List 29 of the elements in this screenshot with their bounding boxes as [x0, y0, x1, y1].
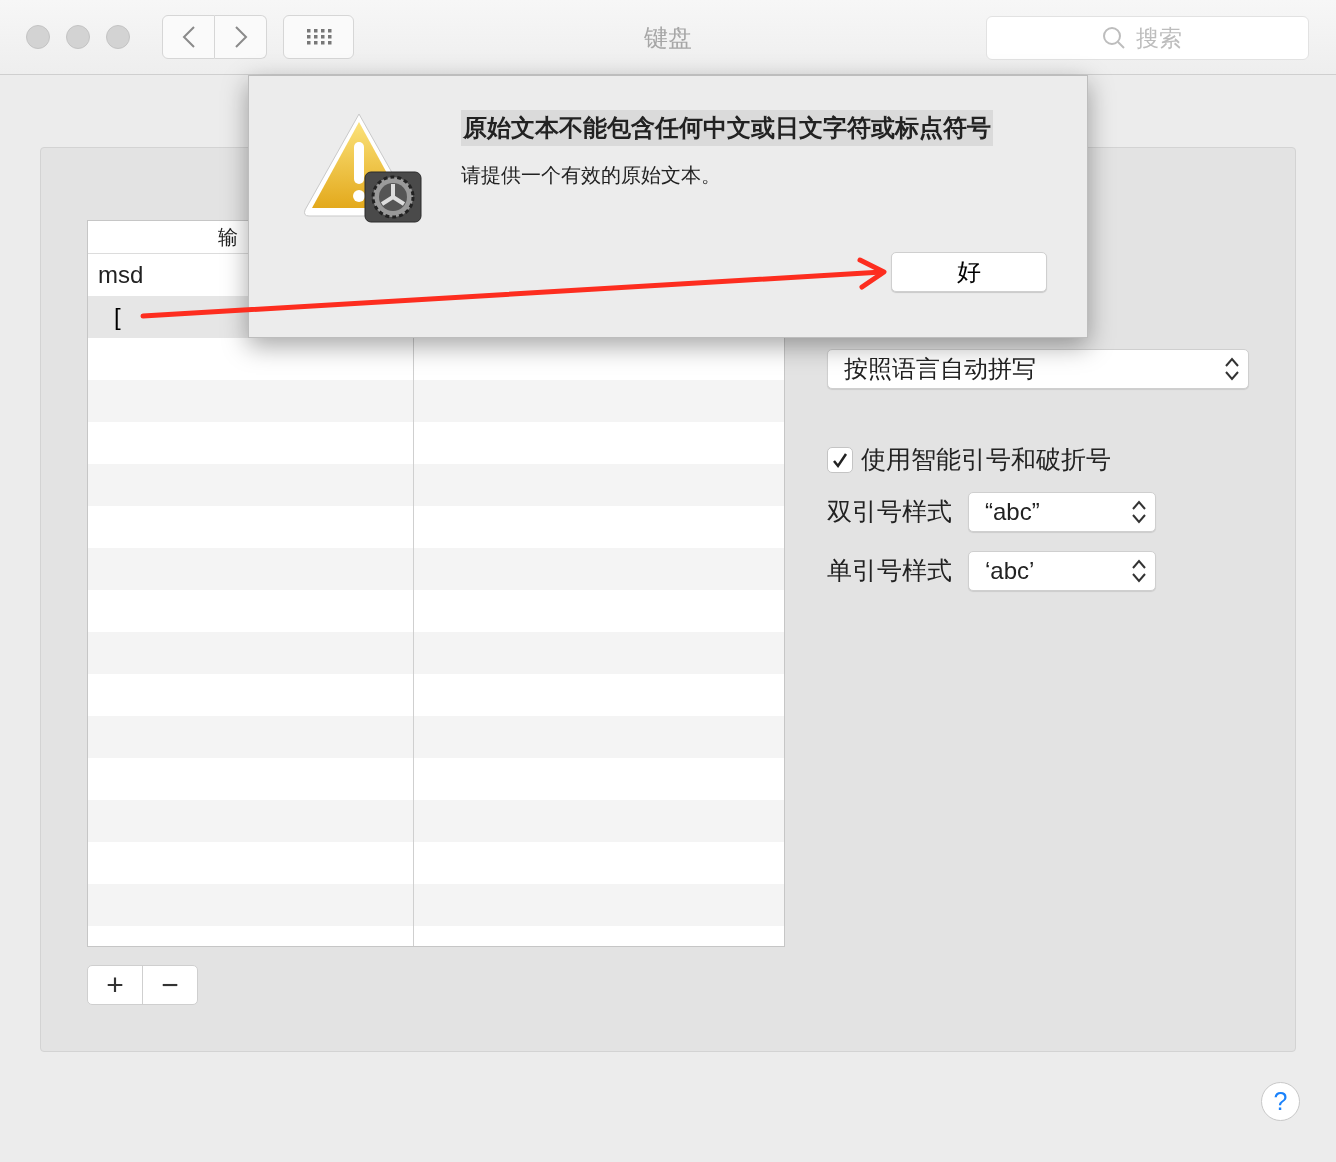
ok-button[interactable]: 好	[891, 252, 1047, 292]
quote-style-dropdown[interactable]: “abc”	[968, 491, 1156, 532]
forward-button[interactable]	[215, 15, 267, 59]
updown-icon	[1131, 557, 1147, 584]
cell-editor[interactable]: [	[112, 298, 412, 336]
back-icon	[181, 25, 196, 49]
quote-style-dropdown[interactable]: ‘abc’	[968, 550, 1156, 591]
quote-style-label: 双引号样式	[827, 495, 952, 527]
minimize-window-button[interactable]	[66, 25, 90, 49]
back-button[interactable]	[162, 15, 215, 59]
search-field[interactable]: 搜索	[1133, 19, 1194, 57]
search-icon	[1101, 26, 1126, 50]
column-header[interactable]: 输	[218, 226, 238, 248]
alert-title: 原始文本不能包含任何中文或日文字符或标点符号	[461, 110, 993, 146]
zoom-window-button[interactable]	[106, 25, 130, 49]
checkbox-label: 使用智能引号和破折号	[861, 444, 1111, 475]
show-all-button[interactable]	[283, 15, 354, 59]
remove-button[interactable]: −	[142, 966, 197, 1004]
alert-message: 请提供一个有效的原始文本。	[461, 163, 722, 188]
add-button[interactable]: +	[88, 966, 142, 1004]
close-window-button[interactable]	[26, 25, 50, 49]
checkbox[interactable]	[827, 446, 853, 473]
window-title: 键盘	[644, 22, 692, 53]
quote-style-label: 单引号样式	[827, 554, 952, 586]
help-button[interactable]: ?	[1261, 1082, 1300, 1121]
updown-icon	[1224, 356, 1240, 382]
updown-icon	[1131, 498, 1147, 525]
forward-icon	[233, 25, 248, 49]
spelling-dropdown[interactable]: 按照语言自动拼写	[827, 349, 1249, 389]
